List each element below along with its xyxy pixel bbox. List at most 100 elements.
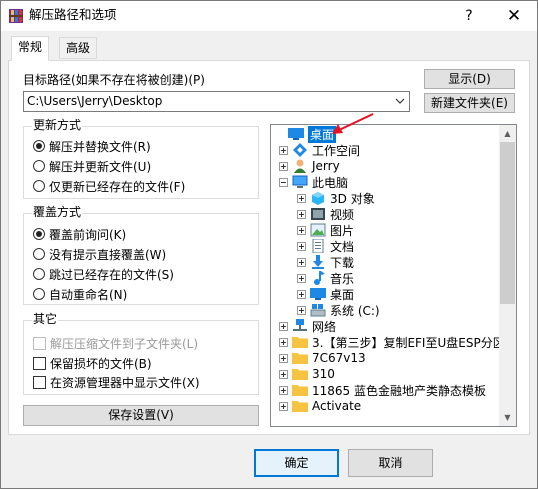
expand-icon[interactable] xyxy=(279,369,288,379)
tree-item-downloads[interactable]: 下载 xyxy=(297,254,354,270)
misc-title: 其它 xyxy=(32,312,59,327)
tree-item-documents[interactable]: 文档 xyxy=(297,238,354,254)
tree-item-folder[interactable]: 11865 蓝色金融地产类静态模板 xyxy=(279,382,486,398)
dest-path-label: 目标路径(如果不存在将被创建)(P) xyxy=(23,73,205,87)
chevron-down-icon[interactable] xyxy=(395,97,405,105)
radio-replace[interactable]: 解压并替换文件(R) xyxy=(33,138,151,154)
expand-icon[interactable] xyxy=(279,385,288,395)
tree-item-label: 下载 xyxy=(330,255,355,270)
tree-item-label: 系统 (C:) xyxy=(330,303,380,318)
tree-item-label: Activate xyxy=(312,399,362,413)
desktop-icon xyxy=(310,288,326,300)
download-icon xyxy=(312,255,324,269)
desktop-icon xyxy=(288,128,304,140)
scroll-up-icon[interactable]: ▲ xyxy=(499,125,516,142)
video-icon xyxy=(311,208,325,220)
cancel-button[interactable]: 取消 xyxy=(348,449,433,477)
drive-icon xyxy=(310,304,326,317)
tree-item-music[interactable]: 音乐 xyxy=(297,270,354,286)
3d-objects-icon xyxy=(312,192,324,205)
radio-button[interactable] xyxy=(33,160,45,172)
tree-item-network[interactable]: 网络 xyxy=(279,318,336,334)
tree-item-label: 3.【第三步】复制EFI至U盘ESP分区 xyxy=(312,335,505,350)
help-button[interactable]: ? xyxy=(446,1,492,31)
radio-button[interactable] xyxy=(33,268,45,280)
radio-overwrite-silently[interactable]: 没有提示直接覆盖(W) xyxy=(33,246,166,262)
new-folder-button[interactable]: 新建文件夹(E) xyxy=(424,93,515,113)
expand-icon[interactable] xyxy=(279,401,288,411)
tree-item-folder[interactable]: 7C67v13 xyxy=(279,350,366,366)
scroll-down-icon[interactable]: ▼ xyxy=(499,409,516,426)
expand-icon[interactable] xyxy=(297,225,306,235)
tree-item-3d-objects[interactable]: 3D 对象 xyxy=(297,190,375,206)
tree-item-folder[interactable]: 310 xyxy=(279,366,335,382)
tree-item-user[interactable]: Jerry xyxy=(279,158,340,174)
expand-icon[interactable] xyxy=(297,289,306,299)
radio-auto-rename[interactable]: 自动重命名(N) xyxy=(33,286,127,302)
annotation-arrow-icon xyxy=(332,113,374,134)
tree-item-workspace[interactable]: 工作空间 xyxy=(279,142,360,158)
expand-icon[interactable] xyxy=(297,257,306,267)
radio-label: 覆盖前询问(K) xyxy=(49,227,127,242)
tree-item-label: 图片 xyxy=(330,223,355,238)
tab-advanced[interactable]: 高级 xyxy=(59,37,98,59)
ok-button[interactable]: 确定 xyxy=(254,449,339,477)
show-button[interactable]: 显示(D) xyxy=(424,69,515,89)
window-title: 解压路径和选项 xyxy=(29,7,117,22)
checkbox-label: 保留损坏的文件(B) xyxy=(50,356,152,371)
expand-icon[interactable] xyxy=(297,305,306,315)
radio-button[interactable] xyxy=(33,180,45,192)
expand-icon[interactable] xyxy=(279,321,288,331)
tree-item-folder[interactable]: Activate xyxy=(279,398,361,414)
radio-button[interactable] xyxy=(33,228,45,240)
checkbox-keep-broken-files[interactable]: 保留损坏的文件(B) xyxy=(33,355,152,371)
tree-item-folder[interactable]: 3.【第三步】复制EFI至U盘ESP分区 xyxy=(279,334,505,350)
workspace-icon xyxy=(293,143,307,157)
expand-icon[interactable] xyxy=(297,193,306,203)
expand-icon[interactable] xyxy=(297,241,306,251)
radio-skip-existing[interactable]: 跳过已经存在的文件(S) xyxy=(33,266,174,282)
tree-item-label: 7C67v13 xyxy=(312,351,366,365)
checkbox-label: 在资源管理器中显示文件(X) xyxy=(50,375,200,390)
overwrite-mode-title: 覆盖方式 xyxy=(32,205,83,220)
tree-item-label: Jerry xyxy=(312,159,340,173)
dest-path-combobox[interactable]: C:\Users\Jerry\Desktop xyxy=(23,91,410,112)
checkbox[interactable] xyxy=(33,356,46,370)
pictures-icon xyxy=(310,223,326,237)
checkbox-show-in-explorer[interactable]: 在资源管理器中显示文件(X) xyxy=(33,374,200,390)
folder-icon xyxy=(292,337,308,348)
expander xyxy=(275,130,284,139)
close-button[interactable]: ✕ xyxy=(491,1,537,31)
expand-icon[interactable] xyxy=(279,161,288,171)
checkbox xyxy=(33,336,46,350)
expand-icon[interactable] xyxy=(297,273,306,283)
collapse-icon[interactable] xyxy=(279,177,288,187)
tree-item-system-drive[interactable]: 系统 (C:) xyxy=(297,302,380,318)
expand-icon[interactable] xyxy=(279,353,288,363)
radio-button[interactable] xyxy=(33,140,45,152)
save-settings-button[interactable]: 保存设置(V) xyxy=(23,405,259,426)
checkbox[interactable] xyxy=(33,375,46,389)
tree-item-label: 3D 对象 xyxy=(330,191,375,206)
scrollbar-thumb[interactable] xyxy=(500,142,515,304)
tree-item-videos[interactable]: 视频 xyxy=(297,206,354,222)
radio-button[interactable] xyxy=(33,288,45,300)
extract-dialog: 解压路径和选项 ? ✕ 常规 高级 目标路径(如果不存在将被创建)(P) C:\… xyxy=(0,0,538,489)
dest-path-value: C:\Users\Jerry\Desktop xyxy=(27,94,163,108)
update-mode-title: 更新方式 xyxy=(32,118,83,133)
expand-icon[interactable] xyxy=(297,209,306,219)
radio-update[interactable]: 解压并更新文件(U) xyxy=(33,158,151,174)
radio-ask-before-overwrite[interactable]: 覆盖前询问(K) xyxy=(33,226,126,242)
folder-tree[interactable]: 桌面 工作空间 Jerry 此电脑 3D 对象 视频 图片 文档 下载 音乐 桌… xyxy=(270,124,517,427)
tab-general[interactable]: 常规 xyxy=(11,36,50,61)
tree-item-this-pc[interactable]: 此电脑 xyxy=(279,174,348,190)
tree-scrollbar[interactable]: ▲ ▼ xyxy=(499,125,516,426)
folder-icon xyxy=(292,369,308,380)
radio-button[interactable] xyxy=(33,248,45,260)
tree-item-pictures[interactable]: 图片 xyxy=(297,222,354,238)
tree-item-desktop-2[interactable]: 桌面 xyxy=(297,286,354,302)
tree-item-desktop[interactable]: 桌面 xyxy=(275,125,337,143)
radio-fresh-existing[interactable]: 仅更新已经存在的文件(F) xyxy=(33,178,185,194)
expand-icon[interactable] xyxy=(279,337,288,347)
expand-icon[interactable] xyxy=(279,145,288,155)
